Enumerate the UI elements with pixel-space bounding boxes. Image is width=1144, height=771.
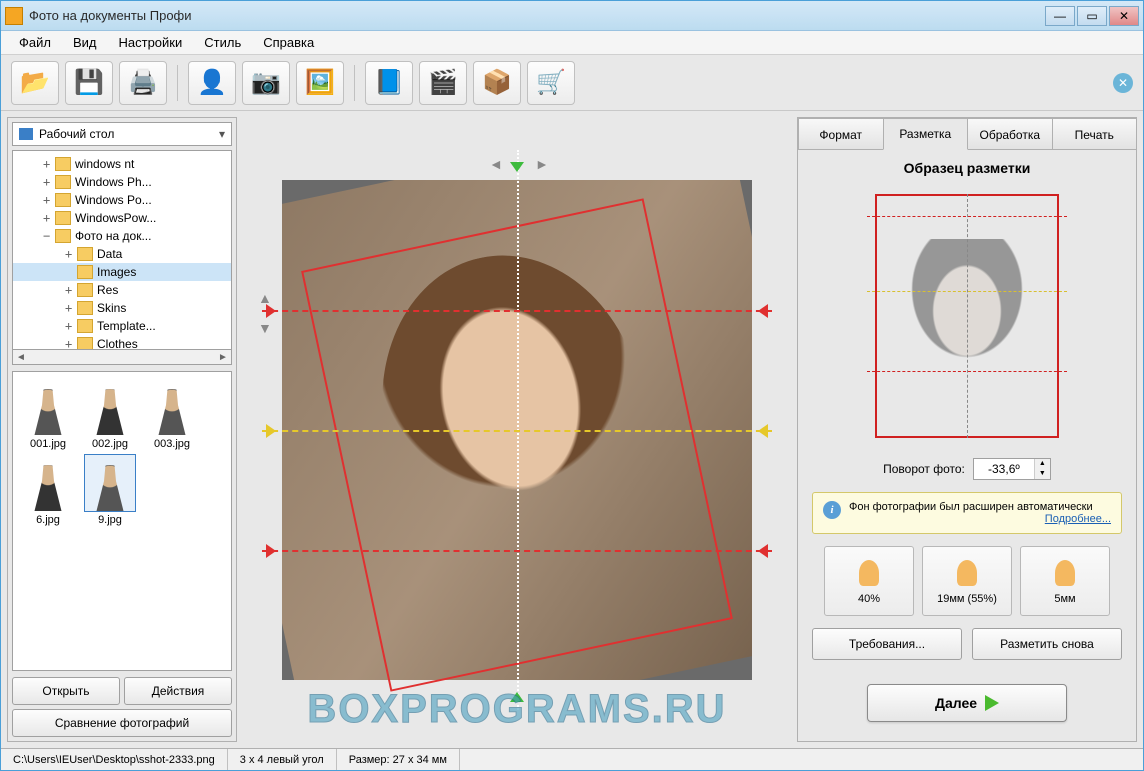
remark-button[interactable]: Разметить снова	[972, 628, 1122, 660]
right-panel: Формат Разметка Обработка Печать Образец…	[797, 117, 1137, 742]
next-button[interactable]: Далее	[867, 684, 1067, 722]
location-combo[interactable]: Рабочий стол	[12, 122, 232, 146]
rotation-input[interactable]	[974, 462, 1034, 476]
help-icon[interactable]: 📘	[365, 61, 413, 105]
tree-item[interactable]: +Windows Ph...	[13, 173, 231, 191]
right-red-handle-2[interactable]	[758, 544, 768, 558]
titlebar[interactable]: Фото на документы Профи — ▭ ✕	[1, 1, 1143, 31]
tree-item[interactable]: +windows nt	[13, 155, 231, 173]
cart-icon[interactable]: 🛒	[527, 61, 575, 105]
app-icon	[5, 7, 23, 25]
section-title: Образец разметки	[812, 160, 1122, 176]
tree-item[interactable]: Images	[13, 263, 231, 281]
maximize-button[interactable]: ▭	[1077, 6, 1107, 26]
menu-view[interactable]: Вид	[63, 33, 107, 52]
rotation-spinner[interactable]: ▲ ▼	[973, 458, 1051, 480]
thumbnail[interactable]: 003.jpg	[143, 378, 201, 450]
metric-button[interactable]: 5мм	[1020, 546, 1110, 616]
thumbnail[interactable]: 001.jpg	[19, 378, 77, 450]
left-red-handle[interactable]	[266, 304, 276, 318]
print-icon[interactable]: 🖨️	[119, 61, 167, 105]
markup-sample	[867, 186, 1067, 446]
top-green-handle[interactable]	[510, 162, 524, 172]
right-yellow-handle[interactable]	[758, 424, 768, 438]
info-icon: i	[823, 501, 841, 519]
folder-tree[interactable]: +windows nt+Windows Ph...+Windows Po...+…	[12, 150, 232, 350]
tree-item[interactable]: +Data	[13, 245, 231, 263]
requirements-button[interactable]: Требования...	[812, 628, 962, 660]
actions-button[interactable]: Действия	[124, 677, 232, 705]
metric-button[interactable]: 19мм (55%)	[922, 546, 1012, 616]
location-combo-value: Рабочий стол	[39, 127, 114, 141]
head-top-icon	[953, 557, 981, 589]
thumbnail[interactable]: 6.jpg	[19, 454, 77, 526]
tree-item[interactable]: +Res	[13, 281, 231, 299]
editor-canvas[interactable]: ◄ ► ▲ ▼ BOXPROGRAMS.RU	[243, 117, 791, 742]
head-size-icon	[855, 557, 883, 589]
compare-button[interactable]: Сравнение фотографий	[12, 709, 232, 737]
eye-yellow-guide[interactable]	[262, 430, 772, 432]
info-banner: i Фон фотографии был расширен автоматиче…	[812, 492, 1122, 534]
tree-item[interactable]: +Clothes	[13, 335, 231, 350]
tree-item[interactable]: +Windows Po...	[13, 191, 231, 209]
tab-format[interactable]: Формат	[798, 118, 884, 150]
menu-settings[interactable]: Настройки	[109, 33, 193, 52]
menu-style[interactable]: Стиль	[194, 33, 251, 52]
panel-close-icon[interactable]: ✕	[1113, 73, 1133, 93]
tree-item[interactable]: +WindowsPow...	[13, 209, 231, 227]
watermark: BOXPROGRAMS.RU	[307, 687, 726, 732]
menubar: Файл Вид Настройки Стиль Справка	[1, 31, 1143, 55]
right-red-handle[interactable]	[758, 304, 768, 318]
video-icon[interactable]: 🎬	[419, 61, 467, 105]
menu-file[interactable]: Файл	[9, 33, 61, 52]
app-window: Фото на документы Профи — ▭ ✕ Файл Вид Н…	[0, 0, 1144, 771]
camera-icon[interactable]: 📷	[242, 61, 290, 105]
top-red-guide[interactable]	[262, 310, 772, 312]
status-size: Размер: 27 x 34 мм	[337, 749, 460, 770]
image-settings-icon[interactable]: 🖼️	[296, 61, 344, 105]
menu-help[interactable]: Справка	[253, 33, 324, 52]
rotation-label: Поворот фото:	[883, 462, 965, 476]
thumbnail[interactable]: 9.jpg	[81, 454, 139, 526]
tab-print[interactable]: Печать	[1052, 118, 1138, 150]
close-button[interactable]: ✕	[1109, 6, 1139, 26]
package-icon[interactable]: 📦	[473, 61, 521, 105]
user-add-icon[interactable]: 👤	[188, 61, 236, 105]
bottom-red-guide[interactable]	[262, 550, 772, 552]
scroll-right-icon[interactable]: ►	[215, 352, 231, 363]
left-panel: Рабочий стол +windows nt+Windows Ph...+W…	[7, 117, 237, 742]
metric-button[interactable]: 40%	[824, 546, 914, 616]
tree-item[interactable]: −Фото на док...	[13, 227, 231, 245]
window-title: Фото на документы Профи	[29, 8, 1045, 23]
left-yellow-handle[interactable]	[266, 424, 276, 438]
minimize-button[interactable]: —	[1045, 6, 1075, 26]
info-link[interactable]: Подробнее...	[849, 513, 1111, 525]
toolbar: 📂 💾 🖨️ 👤 📷 🖼️ 📘 🎬 📦 🛒 ✕	[1, 55, 1143, 111]
info-text: Фон фотографии был расширен автоматическ…	[849, 501, 1093, 513]
status-corner: 3 x 4 левый угол	[228, 749, 337, 770]
separator	[354, 65, 355, 101]
spin-up-icon[interactable]: ▲	[1034, 459, 1050, 469]
head-width-icon	[1051, 557, 1079, 589]
tree-item[interactable]: +Skins	[13, 299, 231, 317]
tab-processing[interactable]: Обработка	[967, 118, 1053, 150]
tree-item[interactable]: +Template...	[13, 317, 231, 335]
arrow-right-icon	[985, 695, 999, 711]
metrics-row: 40%19мм (55%)5мм	[812, 546, 1122, 616]
separator	[177, 65, 178, 101]
next-button-label: Далее	[935, 695, 977, 711]
spin-down-icon[interactable]: ▼	[1034, 469, 1050, 479]
scroll-left-icon[interactable]: ◄	[13, 352, 29, 363]
folder-open-icon[interactable]: 📂	[11, 61, 59, 105]
open-button[interactable]: Открыть	[12, 677, 120, 705]
statusbar: C:\Users\IEUser\Desktop\sshot-2333.png 3…	[1, 748, 1143, 770]
thumbnail-grid: 001.jpg002.jpg003.jpg 6.jpg9.jpg	[12, 371, 232, 671]
left-red-handle-2[interactable]	[266, 544, 276, 558]
status-path: C:\Users\IEUser\Desktop\sshot-2333.png	[1, 749, 228, 770]
tab-markup[interactable]: Разметка	[883, 118, 969, 150]
thumbnail[interactable]: 002.jpg	[81, 378, 139, 450]
save-icon[interactable]: 💾	[65, 61, 113, 105]
tree-scrollbar[interactable]: ◄ ►	[12, 349, 232, 365]
